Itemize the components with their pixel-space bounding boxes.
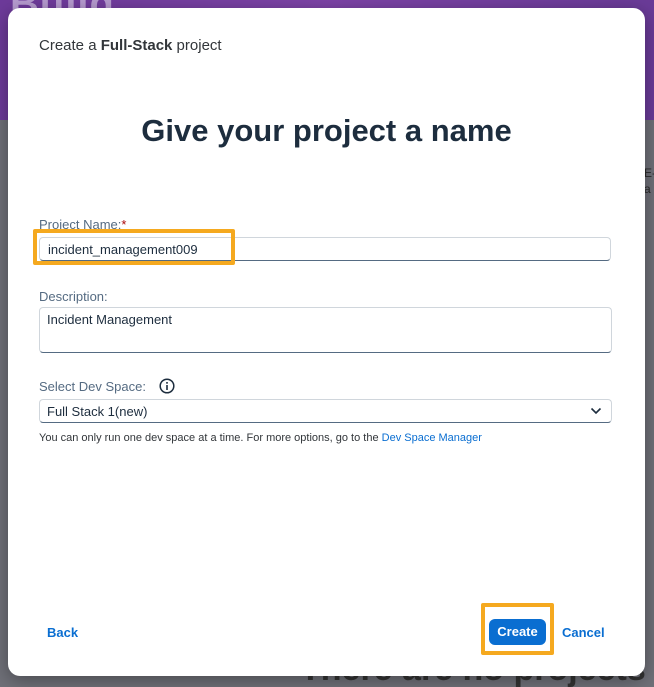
back-button[interactable]: Back — [47, 625, 78, 640]
page-title: Give your project a name — [141, 113, 512, 148]
dialog-header-suffix: project — [172, 37, 222, 54]
dev-space-manager-link[interactable]: Dev Space Manager — [382, 432, 482, 444]
background-edge-text: E-a — [644, 166, 654, 196]
required-mark: * — [121, 217, 127, 232]
create-project-dialog: Create a Full-Stack project Give your pr… — [8, 8, 645, 676]
cancel-button[interactable]: Cancel — [562, 625, 605, 640]
dev-space-hint-text: You can only run one dev space at a time… — [39, 432, 382, 444]
create-button[interactable]: Create — [489, 619, 546, 645]
dev-space-label: Select Dev Space: — [39, 379, 146, 394]
dialog-header: Create a Full-Stack project — [39, 37, 222, 54]
description-label: Description: — [39, 289, 108, 304]
dialog-header-prefix: Create a — [39, 37, 101, 54]
project-name-label-text: Project Name: — [39, 217, 122, 232]
info-icon[interactable] — [159, 378, 175, 394]
dev-space-selected-value: Full Stack 1(new) — [47, 404, 148, 419]
chevron-down-icon — [590, 407, 602, 415]
project-name-label: Project Name:* — [39, 217, 126, 232]
project-name-input[interactable] — [39, 237, 611, 261]
dev-space-hint: You can only run one dev space at a time… — [39, 432, 482, 444]
dev-space-select[interactable]: Full Stack 1(new) — [39, 399, 612, 423]
description-textarea[interactable]: Incident Management — [39, 307, 612, 353]
dialog-header-project-type: Full-Stack — [100, 37, 173, 54]
